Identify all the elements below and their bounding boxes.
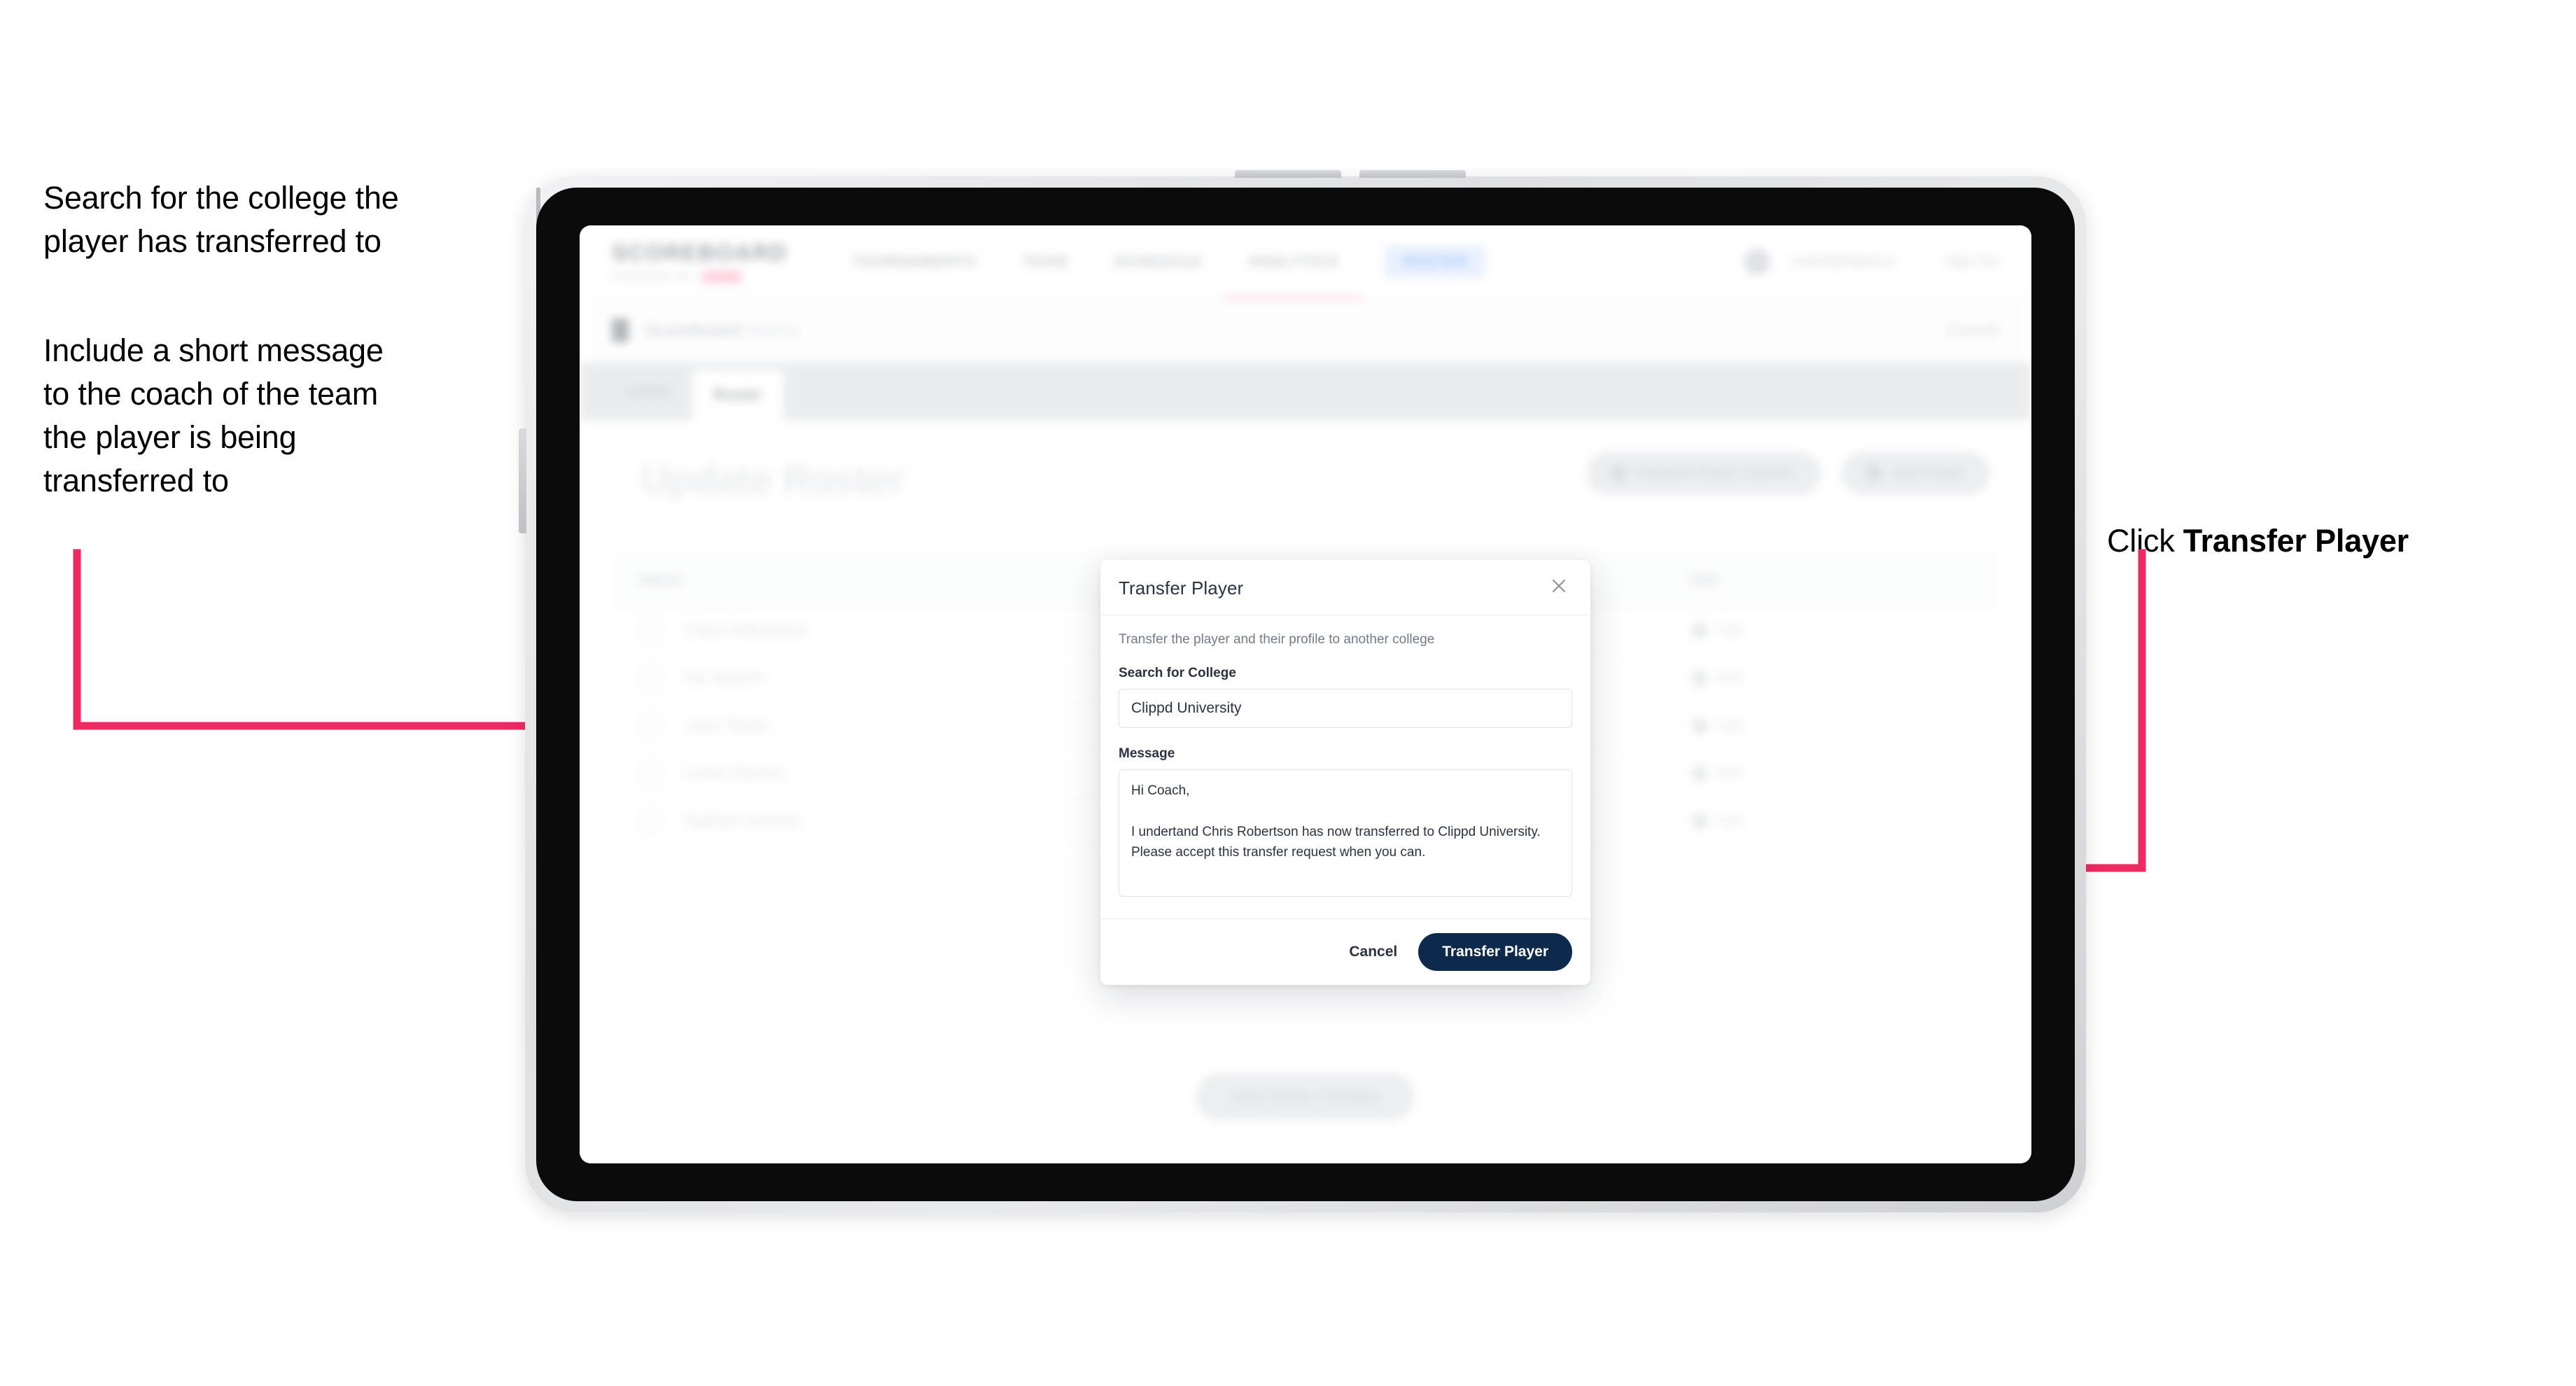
- transfer-player-button[interactable]: Transfer Player: [1418, 933, 1572, 971]
- annotation-click-target: Transfer Player: [2183, 523, 2409, 559]
- screenshot-canvas: Search for the college the player has tr…: [0, 0, 2576, 1386]
- power-button[interactable]: [519, 428, 526, 533]
- close-icon[interactable]: [1546, 575, 1572, 601]
- annotation-click-prefix: Click: [2107, 523, 2183, 559]
- volume-down-button[interactable]: [1359, 170, 1466, 178]
- annotation-search-college: Search for the college the player has tr…: [43, 180, 399, 260]
- cancel-button[interactable]: Cancel: [1346, 938, 1400, 966]
- dialog-body: Transfer the player and their profile to…: [1100, 615, 1590, 918]
- dialog-footer: Cancel Transfer Player: [1100, 918, 1590, 985]
- tablet-screen: SCOREBOARD POWERED BY TOURNAMENTS TEAM S…: [580, 225, 2031, 1163]
- message-textarea[interactable]: [1119, 769, 1572, 897]
- dialog-title: Transfer Player: [1119, 577, 1244, 598]
- search-college-input[interactable]: [1119, 689, 1572, 728]
- tablet-bezel: SCOREBOARD POWERED BY TOURNAMENTS TEAM S…: [536, 188, 2075, 1201]
- tablet-device-frame: SCOREBOARD POWERED BY TOURNAMENTS TEAM S…: [519, 170, 2086, 1212]
- annotation-include-message: Include a short message to the coach of …: [43, 332, 384, 499]
- transfer-player-dialog: Transfer Player Transfer the player and …: [1100, 560, 1590, 985]
- dialog-header: Transfer Player: [1100, 560, 1590, 615]
- dialog-description: Transfer the player and their profile to…: [1119, 632, 1435, 647]
- annotation-click-transfer: Click Transfer Player: [2107, 476, 2541, 563]
- message-field-label: Message: [1119, 746, 1175, 761]
- college-field-label: Search for College: [1119, 666, 1236, 680]
- volume-up-button[interactable]: [1235, 170, 1341, 178]
